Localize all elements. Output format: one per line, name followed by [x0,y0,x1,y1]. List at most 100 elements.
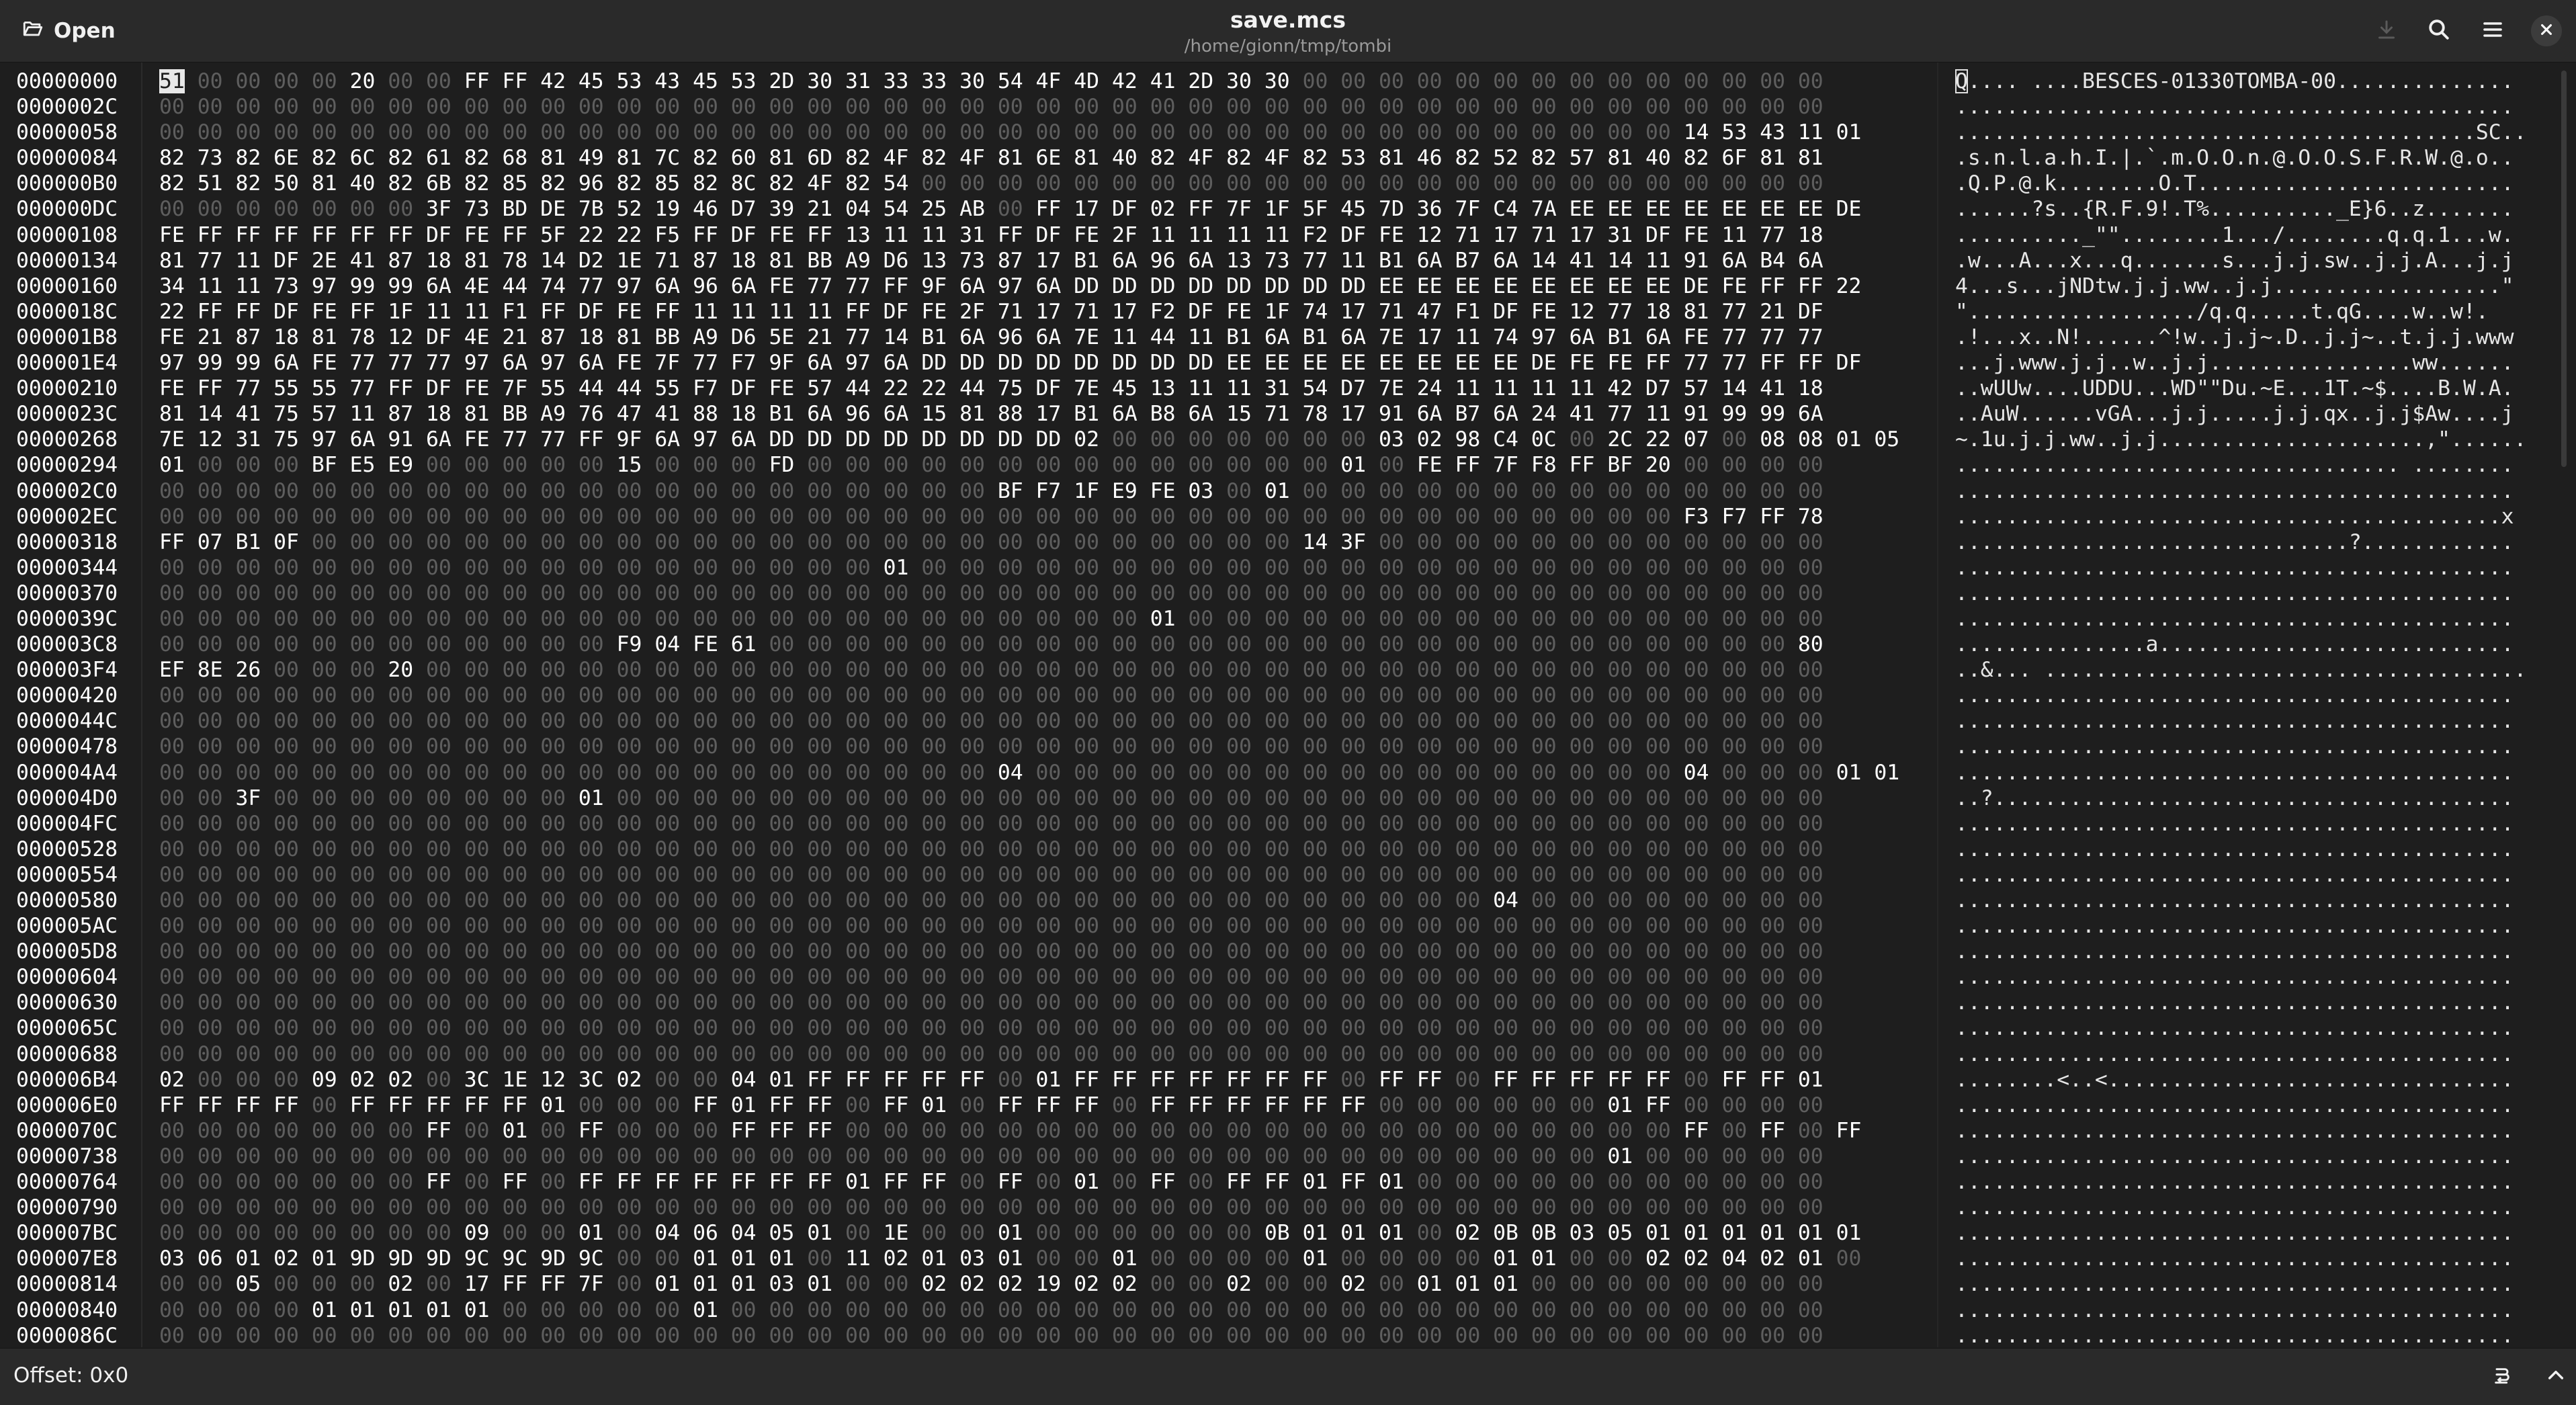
hex-row[interactable]: 22 FF FF DF FE FF 1F 11 11 F1 FF DF FE F… [159,299,1899,325]
ascii-row[interactable]: ........................................… [1955,1246,2526,1271]
ascii-row[interactable]: ........<..<............................… [1955,1067,2526,1093]
ascii-row[interactable]: ...............................?........… [1955,529,2526,555]
hex-row[interactable]: 00 00 00 00 00 00 00 00 00 00 00 00 00 0… [159,120,1899,145]
ascii-row[interactable]: ........................................… [1955,811,2526,837]
ascii-row[interactable]: ........................................… [1955,939,2526,964]
ascii-row[interactable]: ........................................… [1955,683,2526,708]
hex-row[interactable]: 34 11 11 73 97 99 99 6A 4E 44 74 77 97 6… [159,273,1899,299]
hex-row[interactable]: 00 00 00 00 00 00 00 00 00 00 00 00 00 0… [159,1041,1899,1067]
ascii-row[interactable]: ...j.www.j.j..w..j.j................ww..… [1955,350,2526,376]
hex-row[interactable]: 00 00 3F 00 00 00 00 00 00 00 00 01 00 0… [159,785,1899,811]
hex-row[interactable]: 00 00 00 00 00 00 00 00 00 00 00 00 00 0… [159,990,1899,1015]
hex-row[interactable]: 00 00 00 00 00 00 00 00 00 00 00 00 00 0… [159,1144,1899,1169]
ascii-row[interactable]: ........................................… [1955,1015,2526,1041]
ascii-row[interactable]: ........................................… [1955,478,2526,504]
ascii-row[interactable]: Q.... ....BESCES-01330TOMBA-00..........… [1955,69,2526,94]
hex-editor-view[interactable]: 00000000 0000002C 00000058 00000084 000000B0… [0,62,2576,1349]
hex-row[interactable]: 01 00 00 00 BF E5 E9 00 00 00 00 00 15 0… [159,452,1899,478]
ascii-row[interactable]: ........................................… [1955,555,2526,581]
ascii-row[interactable]: ........................................… [1955,990,2526,1015]
hex-row[interactable]: 7E 12 31 75 97 6A 91 6A FE 77 77 FF 9F 6… [159,427,1899,452]
ascii-row[interactable]: ........................................… [1955,1118,2526,1144]
encoding-button[interactable] [2483,1358,2521,1396]
ascii-row[interactable]: ........................................… [1955,1271,2526,1297]
ascii-row[interactable]: ........................................… [1955,888,2526,913]
ascii-row[interactable]: ........................................… [1955,1297,2526,1323]
ascii-row[interactable]: ........................................… [1955,1195,2526,1220]
expand-panel-button[interactable] [2537,1358,2575,1396]
hex-row[interactable]: 00 00 00 00 00 00 00 00 00 00 00 00 00 0… [159,478,1899,504]
hex-row[interactable]: FE FF FF FF FF FF FF DF FE FF 5F 22 22 F… [159,222,1899,248]
hex-row[interactable]: 00 00 00 00 00 00 00 FF 00 01 00 FF 00 0… [159,1118,1899,1144]
hex-row[interactable]: 81 77 11 DF 2E 41 87 18 81 78 14 D2 1E 7… [159,248,1899,273]
ascii-row[interactable]: .!...x..N!......^!w..j.j~.D..j.j~..t.j.j… [1955,325,2526,350]
ascii-row[interactable]: .Q.P.@.k........O.T.....................… [1955,171,2526,196]
hex-row[interactable]: 00 00 00 00 00 00 00 00 00 00 00 00 00 0… [159,504,1899,529]
ascii-row[interactable]: .s.n.l.a.h.I.|.`.m.O.O.n.@.O.O.S.F.R.W.@… [1955,145,2526,171]
ascii-row[interactable]: ........................................… [1955,504,2526,529]
hex-row[interactable]: 02 00 00 00 09 02 02 00 3C 1E 12 3C 02 0… [159,1067,1899,1093]
ascii-row[interactable]: ...............a........................… [1955,632,2526,657]
hex-row[interactable]: 00 00 00 00 00 00 00 00 00 00 00 00 00 0… [159,581,1899,606]
ascii-row[interactable]: ........................................… [1955,734,2526,759]
hex-row[interactable]: 00 00 00 00 00 00 00 00 00 00 00 00 00 0… [159,811,1899,837]
search-button[interactable] [2419,12,2459,50]
ascii-row[interactable]: ........................................… [1955,1093,2526,1118]
ascii-row[interactable]: .w...A...x...q.......s...j.j.sw..j.j.A..… [1955,248,2526,273]
ascii-row[interactable]: ..AuW......vGA...j.j.....j.j.qx..j.j$Aw.… [1955,401,2526,427]
hex-row[interactable]: 97 99 99 6A FE 77 77 77 97 6A 97 6A FE 7… [159,350,1899,376]
ascii-row[interactable]: ........................................… [1955,94,2526,120]
ascii-row[interactable]: "................../q.q.....t.qG....w..w… [1955,299,2526,325]
open-button[interactable]: Open [9,13,128,48]
hex-row[interactable]: 51 00 00 00 00 20 00 00 FF FF 42 45 53 4… [159,69,1899,94]
hex-row[interactable]: 00 00 00 00 00 00 00 00 00 00 00 00 00 0… [159,1323,1899,1349]
ascii-row[interactable]: ........................................… [1955,708,2526,734]
hex-row[interactable]: 00 00 00 00 00 00 00 00 09 00 00 01 00 0… [159,1220,1899,1246]
hex-row[interactable]: 00 00 00 00 00 00 00 00 00 00 00 00 F9 0… [159,632,1899,657]
ascii-row[interactable]: ......?s..{R.F.9!.T%.........._E}6..z...… [1955,196,2526,222]
ascii-row[interactable]: ~.1u.j.j.ww..j.j.....................,".… [1955,427,2526,452]
ascii-row[interactable]: ........................................… [1955,120,2526,145]
hex-row[interactable]: 00 00 00 00 00 00 00 00 00 00 00 00 00 0… [159,734,1899,759]
hex-row[interactable]: FE FF 77 55 55 77 FF DF FE 7F 55 44 44 5… [159,376,1899,401]
ascii-row[interactable]: ........................................… [1955,1169,2526,1195]
ascii-row[interactable]: ........................................… [1955,606,2526,632]
download-button[interactable] [2366,12,2407,50]
ascii-row[interactable]: ........................................… [1955,837,2526,862]
ascii-row[interactable]: ........................................… [1955,1220,2526,1246]
ascii-row[interactable]: ........................................… [1955,760,2526,785]
hex-row[interactable]: 81 14 41 75 57 11 87 18 81 BB A9 76 47 4… [159,401,1899,427]
hex-row[interactable]: 00 00 00 00 00 00 00 00 00 00 00 00 00 0… [159,683,1899,708]
hex-row[interactable]: 82 51 82 50 81 40 82 6B 82 85 82 96 82 8… [159,171,1899,196]
hex-row[interactable]: 00 00 00 00 00 00 00 00 00 00 00 00 00 0… [159,555,1899,581]
hex-row[interactable]: 00 00 05 00 00 00 02 00 17 FF FF 7F 00 0… [159,1271,1899,1297]
hex-row[interactable]: 00 00 00 00 00 00 00 00 00 00 00 00 00 0… [159,939,1899,964]
hex-row[interactable]: FF FF FF FF 00 FF FF FF FF FF 01 00 00 0… [159,1093,1899,1118]
ascii-row[interactable]: .........._""........1.../........q.q.1.… [1955,222,2526,248]
ascii-row[interactable]: ........................................… [1955,862,2526,888]
hex-row[interactable]: 00 00 00 00 00 00 00 00 00 00 00 00 00 0… [159,862,1899,888]
hex-row[interactable]: 00 00 00 00 00 00 00 00 00 00 00 00 00 0… [159,1015,1899,1041]
hex-row[interactable]: 03 06 01 02 01 9D 9D 9D 9C 9C 9D 9C 00 0… [159,1246,1899,1271]
hex-row[interactable]: 00 00 00 00 00 00 00 FF 00 FF 00 FF FF F… [159,1169,1899,1195]
ascii-row[interactable]: ..wUUw....UDDU...WD""Du.~E...1T.~$....B.… [1955,376,2526,401]
hex-row[interactable]: 00 00 00 00 00 00 00 00 00 00 00 00 00 0… [159,964,1899,990]
ascii-row[interactable]: ........................................… [1955,581,2526,606]
ascii-row[interactable]: 4...s...jNDtw.j.j.ww..j.j...............… [1955,273,2526,299]
hex-row[interactable]: EF 8E 26 00 00 00 20 00 00 00 00 00 00 0… [159,657,1899,683]
ascii-row[interactable]: ..&... .................................… [1955,657,2526,683]
ascii-row[interactable]: ........................................… [1955,1144,2526,1169]
hex-row[interactable]: 00 00 00 00 00 00 00 00 00 00 00 00 00 0… [159,888,1899,913]
ascii-row[interactable]: ................................... ....… [1955,452,2526,478]
hex-row[interactable]: 00 00 00 00 00 00 00 00 00 00 00 00 00 0… [159,760,1899,785]
hex-row[interactable]: FE 21 87 18 81 78 12 DF 4E 21 87 18 81 B… [159,325,1899,350]
main-menu-button[interactable] [2473,12,2513,50]
hex-row[interactable]: FF 07 B1 0F 00 00 00 00 00 00 00 00 00 0… [159,529,1899,555]
hex-row[interactable]: 00 00 00 00 00 00 00 00 00 00 00 00 00 0… [159,1195,1899,1220]
hex-row[interactable]: 00 00 00 00 00 00 00 3F 73 BD DE 7B 52 1… [159,196,1899,222]
ascii-column[interactable]: Q.... ....BESCES-01330TOMBA-00..........… [1955,69,2526,1349]
hex-column[interactable]: 51 00 00 00 00 20 00 00 FF FF 42 45 53 4… [159,69,1899,1349]
hex-row[interactable]: 00 00 00 00 00 00 00 00 00 00 00 00 00 0… [159,837,1899,862]
vertical-scrollbar[interactable] [2561,71,2567,467]
ascii-row[interactable]: ........................................… [1955,1041,2526,1067]
